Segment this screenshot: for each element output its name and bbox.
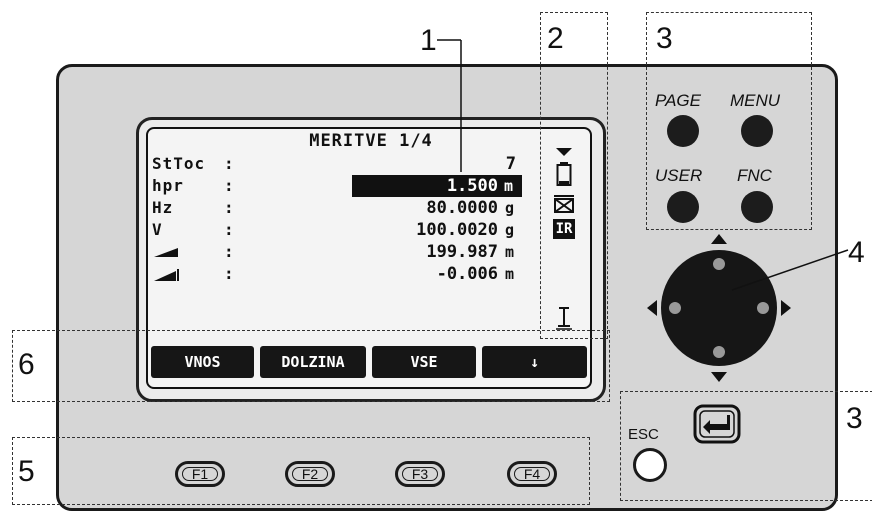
row-colon: : xyxy=(224,264,234,283)
callout-region-3-right xyxy=(620,391,872,501)
nav-right-arrow-icon xyxy=(781,300,791,316)
row-colon: : xyxy=(224,220,234,239)
row-colon: : xyxy=(224,198,234,217)
row-value-height-difference: -0.006 xyxy=(436,264,498,284)
row-unit-height-difference: m xyxy=(505,265,515,283)
callout-region-5 xyxy=(12,437,590,505)
nav-left-arrow-icon xyxy=(647,300,657,316)
callout-number-2: 2 xyxy=(547,22,564,55)
slope-distance-icon xyxy=(154,248,178,257)
row-label-hz: Hz xyxy=(152,198,174,217)
row-colon: : xyxy=(224,154,234,173)
nav-up-arrow-icon xyxy=(711,234,727,244)
row-label-sttoc: StToc xyxy=(152,154,206,173)
row-colon: : xyxy=(224,176,234,195)
callout-number-3-top: 3 xyxy=(656,22,673,55)
callout-number-6: 6 xyxy=(18,348,35,381)
row-value-slope-distance: 199.987 xyxy=(426,242,498,262)
row-unit-v: g xyxy=(505,221,515,239)
row-unit-slope-distance: m xyxy=(505,243,515,261)
row-unit-hpr: m xyxy=(504,177,514,195)
row-value-hpr: 1.500 xyxy=(446,176,498,196)
callout-number-3-right: 3 xyxy=(846,402,863,435)
nav-down-arrow-icon xyxy=(711,372,727,382)
callout-region-2 xyxy=(540,12,608,339)
callout-leader-4 xyxy=(731,249,849,291)
row-label-hpr: hpr xyxy=(152,176,184,195)
row-colon: : xyxy=(224,242,234,261)
callout-region-6 xyxy=(12,330,610,402)
callout-number-1: 1 xyxy=(420,24,437,57)
height-difference-icon xyxy=(154,269,179,281)
row-unit-hz: g xyxy=(505,199,515,217)
row-value-hz: 80.0000 xyxy=(426,198,498,218)
callout-number-5: 5 xyxy=(18,455,35,488)
callout-leader-1 xyxy=(437,39,462,172)
row-value-v: 100.0020 xyxy=(416,220,498,240)
row-highlight-hpr[interactable]: 1.500 m xyxy=(352,175,522,197)
callout-number-4: 4 xyxy=(848,236,865,269)
row-label-v: V xyxy=(152,220,163,239)
screen-title: MERITVE 1/4 xyxy=(309,131,433,151)
